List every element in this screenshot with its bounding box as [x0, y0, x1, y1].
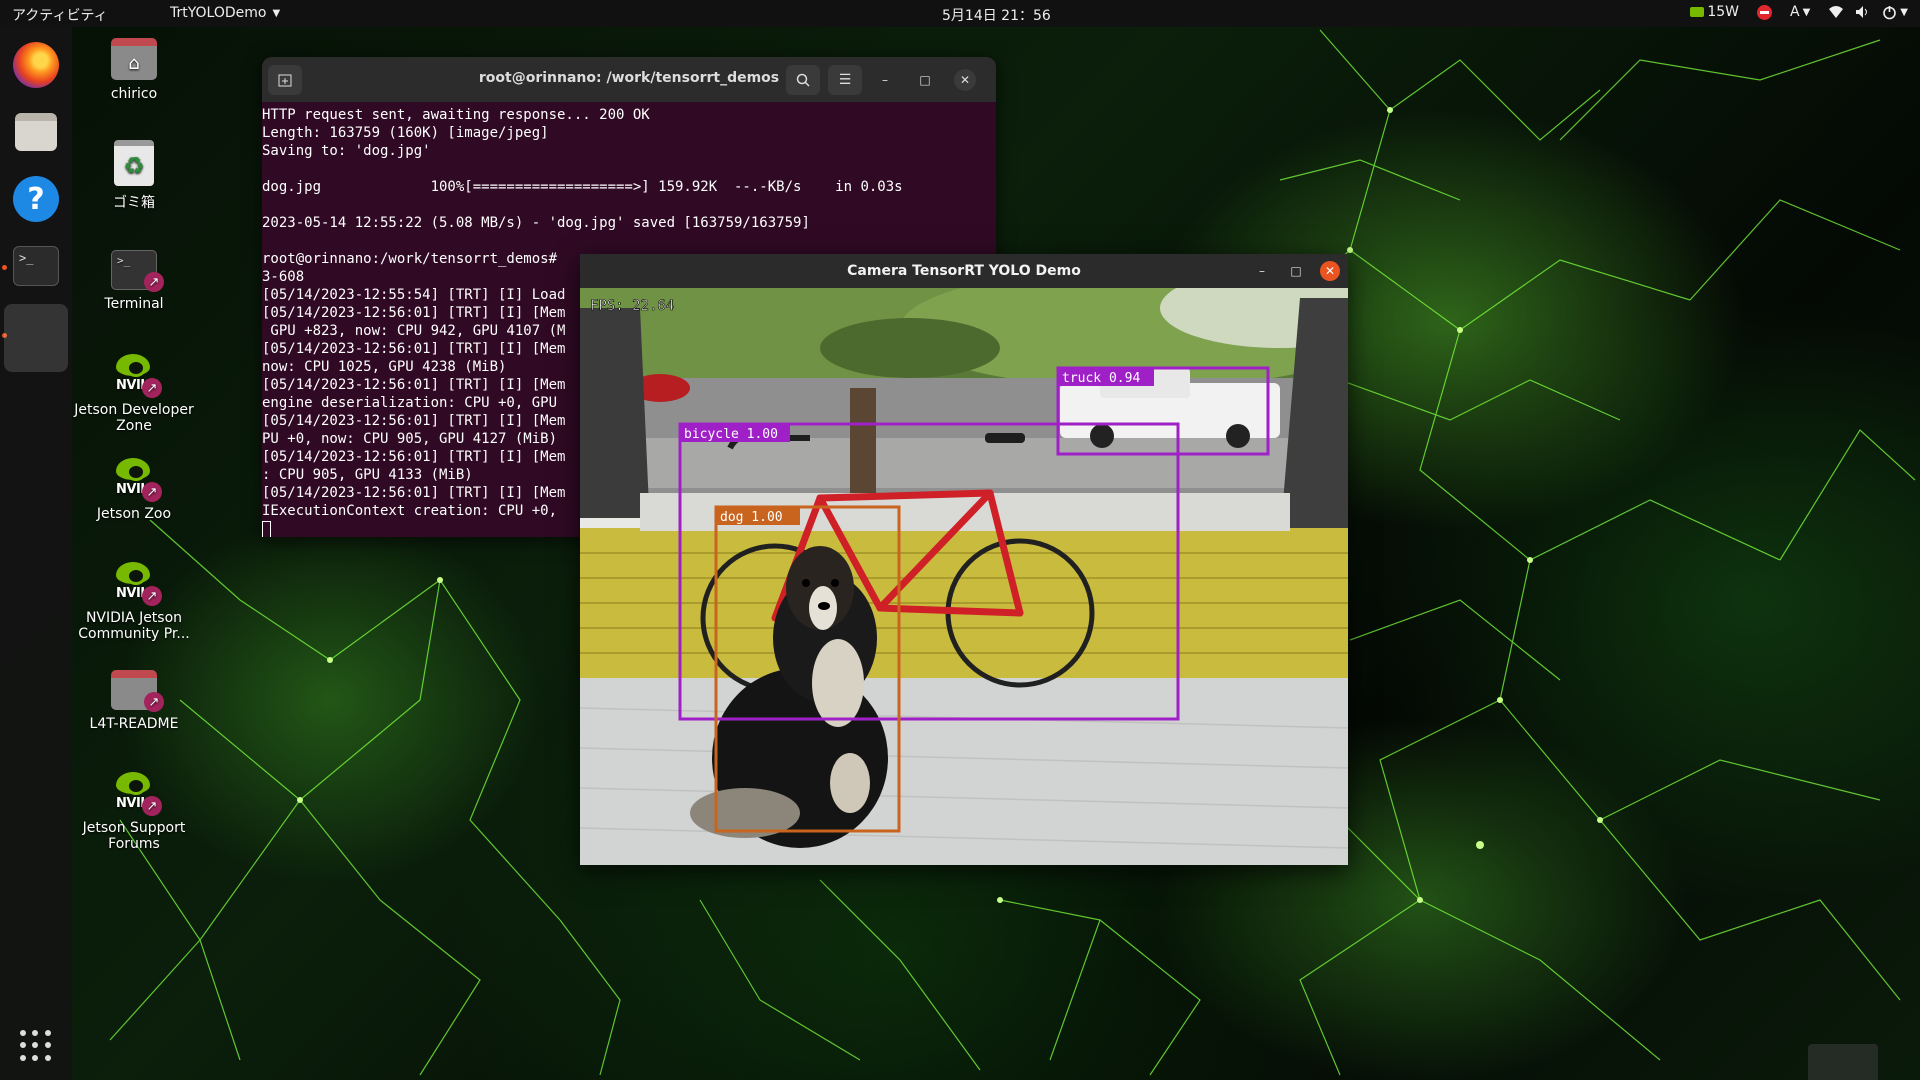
firefox-icon	[13, 42, 59, 88]
home-folder-icon: ⌂	[111, 38, 157, 80]
chevron-down-icon: ▼	[1900, 6, 1908, 18]
help-icon: ?	[13, 176, 59, 222]
app-placeholder-icon	[4, 304, 68, 372]
close-button[interactable]: ✕	[1320, 261, 1340, 281]
nvidia-icon: NVIL ↗	[112, 560, 162, 606]
chevron-down-icon: ▼	[272, 7, 281, 19]
desktop-icon-nvidia-jetson-community[interactable]: NVIL ↗ NVIDIA Jetson Community Pr...	[74, 560, 194, 642]
dock-files[interactable]	[8, 104, 64, 160]
hamburger-icon: ☰	[838, 72, 852, 88]
clock[interactable]: 5月14日 21：56	[942, 5, 1051, 25]
power-icon	[1883, 5, 1897, 19]
desktop-icon-jetson-zoo[interactable]: NVIL ↗ Jetson Zoo	[74, 456, 194, 522]
desktop-icon-jetson-developer-zone[interactable]: NVIL ↗ Jetson Developer Zone	[74, 352, 194, 434]
desktop-icon-label: Terminal	[104, 296, 164, 312]
nvidia-icon: NVIL ↗	[112, 770, 162, 816]
power-mode-label: 15W	[1707, 4, 1740, 20]
activities-button[interactable]: アクティビティ	[12, 5, 108, 25]
shortcut-arrow-icon: ↗	[144, 272, 164, 292]
files-icon	[15, 113, 57, 151]
shortcut-arrow-icon: ↗	[142, 586, 162, 606]
status-menu[interactable]: ▼	[1828, 5, 1908, 20]
desktop-icon-jetson-support-forums[interactable]: NVIL ↗ Jetson Support Forums	[74, 770, 194, 852]
terminal-line: 2023-05-14 12:55:22 (5.08 MB/s) - 'dog.j…	[262, 215, 810, 231]
minimize-icon: –	[1259, 264, 1265, 278]
minimize-button[interactable]: –	[1252, 261, 1272, 281]
shortcut-arrow-icon: ↗	[142, 796, 162, 816]
desktop-icon-label: Jetson Developer Zone	[74, 402, 194, 434]
terminal-line: Saving to: 'dog.jpg'	[262, 143, 431, 159]
nvidia-icon: NVIL ↗	[112, 456, 162, 502]
desktop-icon-l4t-readme[interactable]: ↗ L4T-README	[74, 666, 194, 732]
maximize-icon: □	[919, 73, 931, 87]
input-method-indicator[interactable]: A ▼	[1790, 4, 1810, 20]
camera-feed: truck 0.94 bicycle 1.00 dog 1.00 FPS: 22…	[580, 288, 1348, 865]
shortcut-arrow-icon: ↗	[142, 482, 162, 502]
camera-titlebar[interactable]: Camera TensorRT YOLO Demo – □ ✕	[580, 254, 1348, 288]
input-method-label: A	[1790, 4, 1800, 20]
camera-window[interactable]: Camera TensorRT YOLO Demo – □ ✕ truck 0.…	[580, 254, 1348, 865]
dock: ? >_	[0, 27, 72, 1080]
terminal-line: dog.jpg 100%[===================>] 159.9…	[262, 179, 903, 195]
maximize-button[interactable]: □	[914, 69, 936, 91]
shortcut-arrow-icon: ↗	[144, 692, 164, 712]
minimize-button[interactable]: –	[874, 69, 896, 91]
close-icon: ✕	[1324, 264, 1336, 278]
trash-icon: ♻	[114, 140, 154, 186]
detection-label-dog: dog 1.00	[720, 510, 783, 525]
text-cursor	[262, 520, 271, 537]
search-icon	[796, 73, 810, 87]
top-bar: アクティビティ TrtYOLODemo ▼ 5月14日 21：56 15W A …	[0, 0, 1920, 27]
system-tray: 15W A ▼ ▼	[1690, 4, 1908, 20]
detection-label-bicycle: bicycle 1.00	[684, 427, 778, 442]
terminal-line: HTTP request sent, awaiting response... …	[262, 107, 650, 123]
detection-label-truck: truck 0.94	[1062, 371, 1140, 386]
camera-title: Camera TensorRT YOLO Demo	[847, 263, 1081, 279]
chevron-down-icon: ▼	[1802, 6, 1811, 18]
desktop-icon-home[interactable]: ⌂ chirico	[74, 34, 194, 102]
running-indicator	[2, 265, 7, 270]
close-icon: ✕	[959, 73, 971, 87]
app-menu[interactable]: TrtYOLODemo ▼	[170, 5, 280, 21]
terminal-line: Length: 163759 (160K) [image/jpeg]	[262, 125, 549, 141]
desktop-icon-label: Jetson Zoo	[96, 506, 172, 522]
dock-firefox[interactable]	[8, 37, 64, 93]
wifi-icon	[1829, 6, 1844, 18]
app-menu-label: TrtYOLODemo	[170, 5, 267, 21]
do-not-disturb-icon[interactable]	[1757, 4, 1773, 20]
desktop-icon-label: Jetson Support Forums	[82, 820, 186, 852]
maximize-button[interactable]: □	[1286, 261, 1306, 281]
desktop-icon-trash[interactable]: ♻ ゴミ箱	[74, 140, 194, 212]
desktop-icon-label: chirico	[110, 86, 158, 102]
dock-help[interactable]: ?	[8, 171, 64, 227]
desktop-icon-label: L4T-README	[89, 716, 179, 732]
desktop-icon-label: ゴミ箱	[113, 195, 155, 211]
terminal-titlebar[interactable]: root@orinnano: /work/tensorrt_demos ☰ – …	[262, 57, 996, 102]
desktop-icon-label: NVIDIA Jetson Community Pr...	[78, 610, 190, 642]
terminal-icon: >_	[13, 246, 59, 286]
show-applications-button[interactable]	[20, 1030, 52, 1062]
power-mode-indicator[interactable]: 15W	[1690, 4, 1739, 20]
menu-button[interactable]: ☰	[828, 65, 862, 95]
dock-trtyolodemo[interactable]	[4, 303, 68, 373]
nvidia-watermark-icon	[1808, 1044, 1878, 1080]
nvidia-icon: NVIL ↗	[112, 352, 162, 398]
desktop-icon-terminal[interactable]: >_ ↗ Terminal	[74, 246, 194, 312]
minimize-icon: –	[882, 73, 888, 87]
maximize-icon: □	[1290, 264, 1302, 278]
close-button[interactable]: ✕	[954, 69, 976, 91]
search-button[interactable]	[786, 65, 820, 95]
volume-icon	[1856, 6, 1868, 18]
nvidia-icon	[1690, 7, 1705, 17]
shortcut-arrow-icon: ↗	[142, 378, 162, 398]
dock-terminal[interactable]: >_	[8, 238, 64, 294]
fps-counter: FPS: 22.64	[590, 298, 674, 314]
camera-frame-image: truck 0.94 bicycle 1.00 dog 1.00 FPS: 22…	[580, 288, 1348, 865]
